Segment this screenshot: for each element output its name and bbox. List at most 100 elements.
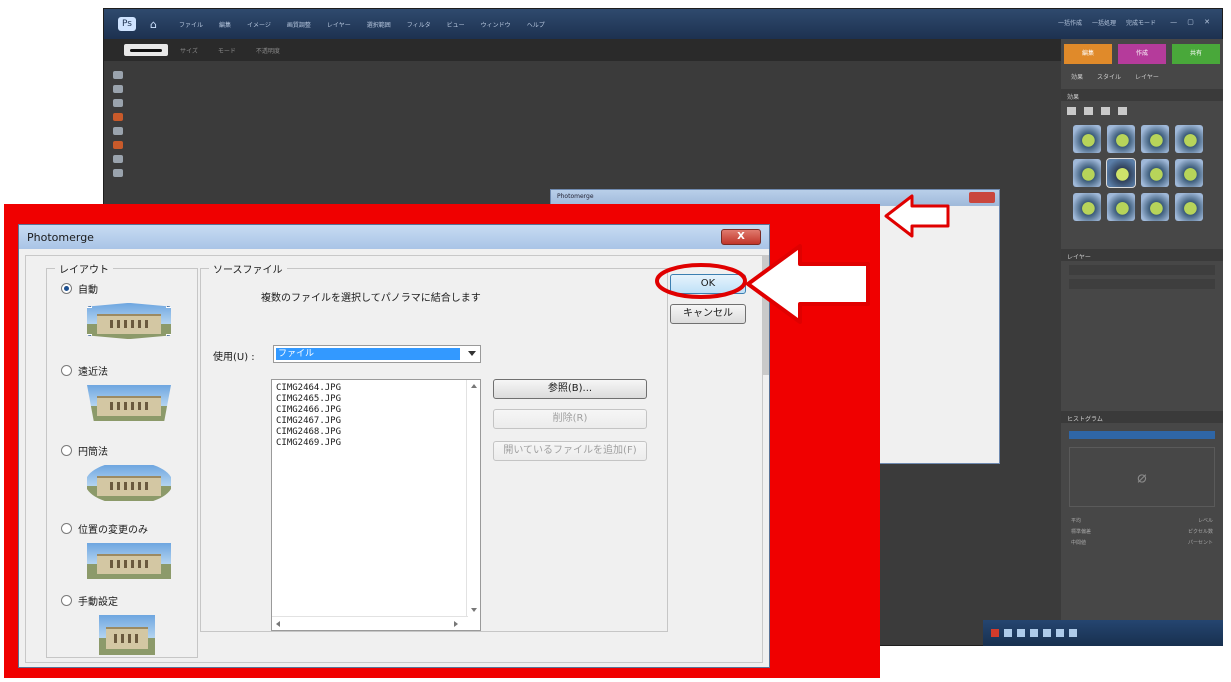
gallery-icon[interactable] — [1118, 107, 1127, 115]
menu-adjust[interactable]: 画質調整 — [287, 20, 311, 29]
menu-file[interactable]: ファイル — [179, 20, 203, 29]
browse-button[interactable]: 参照(B)... — [493, 379, 647, 399]
menu-edit[interactable]: 編集 — [219, 20, 231, 29]
histogram-stats: 平均 レベル — [1071, 518, 1213, 524]
tray-icon[interactable] — [1004, 629, 1012, 637]
list-item[interactable]: CIMG2467.JPG — [272, 416, 480, 427]
menu-help[interactable]: ヘルプ — [527, 20, 545, 29]
tab-share[interactable]: 共有 — [1172, 44, 1220, 64]
list-item[interactable]: CIMG2466.JPG — [272, 405, 480, 416]
close-icon[interactable]: X — [721, 229, 761, 245]
radio-perspective[interactable]: 遠近法 — [61, 363, 108, 378]
taskbar-clock[interactable] — [1215, 626, 1217, 640]
bg-close-icon[interactable] — [969, 192, 995, 203]
tray-icon[interactable] — [1043, 629, 1051, 637]
style-icon[interactable] — [1084, 107, 1093, 115]
list-item[interactable]: CIMG2468.JPG — [272, 427, 480, 438]
tab-edit[interactable]: 編集 — [1064, 44, 1112, 64]
horizontal-scrollbar[interactable] — [272, 616, 468, 630]
radio-auto[interactable]: 自動 — [61, 281, 98, 296]
remove-button[interactable]: 削除(R) — [493, 409, 647, 429]
histogram-channel-bar[interactable] — [1069, 431, 1215, 439]
effect-thumbnail-selected[interactable] — [1106, 158, 1136, 188]
filter-icon[interactable] — [1067, 107, 1076, 115]
tray-icon[interactable] — [1056, 629, 1064, 637]
list-item[interactable]: CIMG2464.JPG — [272, 383, 480, 394]
cancel-button[interactable]: キャンセル — [670, 304, 746, 324]
layers-panel-title[interactable]: レイヤー — [1061, 249, 1223, 261]
zoom-tool-icon[interactable] — [113, 85, 123, 93]
layer-icons-row[interactable] — [1069, 279, 1215, 289]
radio-dot-icon[interactable] — [61, 445, 72, 456]
effect-thumbnail[interactable] — [1073, 159, 1101, 187]
list-item[interactable]: CIMG2465.JPG — [272, 394, 480, 405]
subtab-layers[interactable]: レイヤー — [1135, 72, 1159, 81]
app-logo-icon: Ps — [118, 17, 136, 31]
hand-tool-icon[interactable] — [113, 99, 123, 107]
histogram-panel-title[interactable]: ヒストグラム — [1061, 411, 1223, 423]
eyedropper-tool-icon[interactable] — [113, 113, 123, 121]
radio-dot-icon[interactable] — [61, 523, 72, 534]
home-icon[interactable]: ⌂ — [150, 18, 157, 31]
radio-reposition-only[interactable]: 位置の変更のみ — [61, 521, 148, 536]
menu-select[interactable]: 選択範囲 — [367, 20, 391, 29]
tab-create[interactable]: 作成 — [1118, 44, 1166, 64]
ok-button[interactable]: OK — [670, 274, 746, 294]
effect-thumbnail[interactable] — [1175, 193, 1203, 221]
effect-thumbnail[interactable] — [1107, 193, 1135, 221]
option-size[interactable]: サイズ — [180, 46, 198, 55]
radio-dot-icon[interactable] — [61, 595, 72, 606]
mode-tabs: 編集 作成 共有 — [1061, 44, 1223, 64]
radio-dot-icon[interactable] — [61, 283, 72, 294]
menu-image[interactable]: イメージ — [247, 20, 271, 29]
scroll-left-icon[interactable] — [276, 621, 280, 627]
menu-batch-create[interactable]: 一括作成 — [1058, 18, 1082, 27]
file-list[interactable]: CIMG2464.JPG CIMG2465.JPG CIMG2466.JPG C… — [271, 379, 481, 631]
add-open-files-button[interactable]: 開いているファイルを追加(F) — [493, 441, 647, 461]
use-dropdown[interactable]: ファイル — [273, 345, 481, 363]
menu-window[interactable]: ウィンドウ — [481, 20, 511, 29]
vertical-scrollbar[interactable] — [466, 380, 480, 616]
effect-thumbnail[interactable] — [1175, 125, 1203, 153]
lasso-tool-icon[interactable] — [113, 141, 123, 149]
quick-select-tool-icon[interactable] — [113, 155, 123, 163]
menu-complete-mode[interactable]: 完成モード — [1126, 18, 1156, 27]
brush-tool-icon[interactable] — [113, 169, 123, 177]
window-controls[interactable]: — ▢ ✕ — [1170, 18, 1214, 26]
subtab-styles[interactable]: スタイル — [1097, 72, 1121, 81]
menu-filter[interactable]: フィルタ — [407, 20, 431, 29]
chevron-down-icon[interactable] — [468, 351, 476, 356]
menu-view[interactable]: ビュー — [447, 20, 465, 29]
photo-effect-icon[interactable] — [1101, 107, 1110, 115]
tray-icon[interactable] — [1030, 629, 1038, 637]
menu-layer[interactable]: レイヤー — [327, 20, 351, 29]
radio-interactive[interactable]: 手動設定 — [61, 593, 118, 608]
scroll-down-icon[interactable] — [471, 608, 477, 612]
radio-cylindrical[interactable]: 円筒法 — [61, 443, 108, 458]
layer-blend-row[interactable] — [1069, 265, 1215, 275]
move-tool-icon[interactable] — [113, 71, 123, 79]
dialog-scrollbar[interactable] — [763, 255, 769, 375]
effect-thumbnail[interactable] — [1073, 125, 1101, 153]
effect-thumbnail[interactable] — [1107, 125, 1135, 153]
subtab-effects[interactable]: 効果 — [1071, 72, 1083, 81]
effect-thumbnail[interactable] — [1141, 193, 1169, 221]
scroll-right-icon[interactable] — [454, 621, 458, 627]
option-mode[interactable]: モード — [218, 46, 236, 55]
brush-preview-icon[interactable] — [124, 44, 168, 56]
effect-thumbnail[interactable] — [1141, 125, 1169, 153]
effect-thumbnail[interactable] — [1141, 159, 1169, 187]
menu-batch-process[interactable]: 一括処理 — [1092, 18, 1116, 27]
marquee-tool-icon[interactable] — [113, 127, 123, 135]
notification-icon[interactable] — [991, 629, 999, 637]
radio-dot-icon[interactable] — [61, 365, 72, 376]
volume-icon[interactable] — [1069, 629, 1077, 637]
list-item[interactable]: CIMG2469.JPG — [272, 438, 480, 449]
effect-thumbnail[interactable] — [1175, 159, 1203, 187]
tray-icon[interactable] — [1017, 629, 1025, 637]
radio-label: 手動設定 — [78, 597, 118, 608]
option-opacity[interactable]: 不透明度 — [256, 46, 280, 55]
effects-panel-title[interactable]: 効果 — [1061, 89, 1223, 101]
effect-thumbnail[interactable] — [1073, 193, 1101, 221]
scroll-up-icon[interactable] — [471, 384, 477, 388]
